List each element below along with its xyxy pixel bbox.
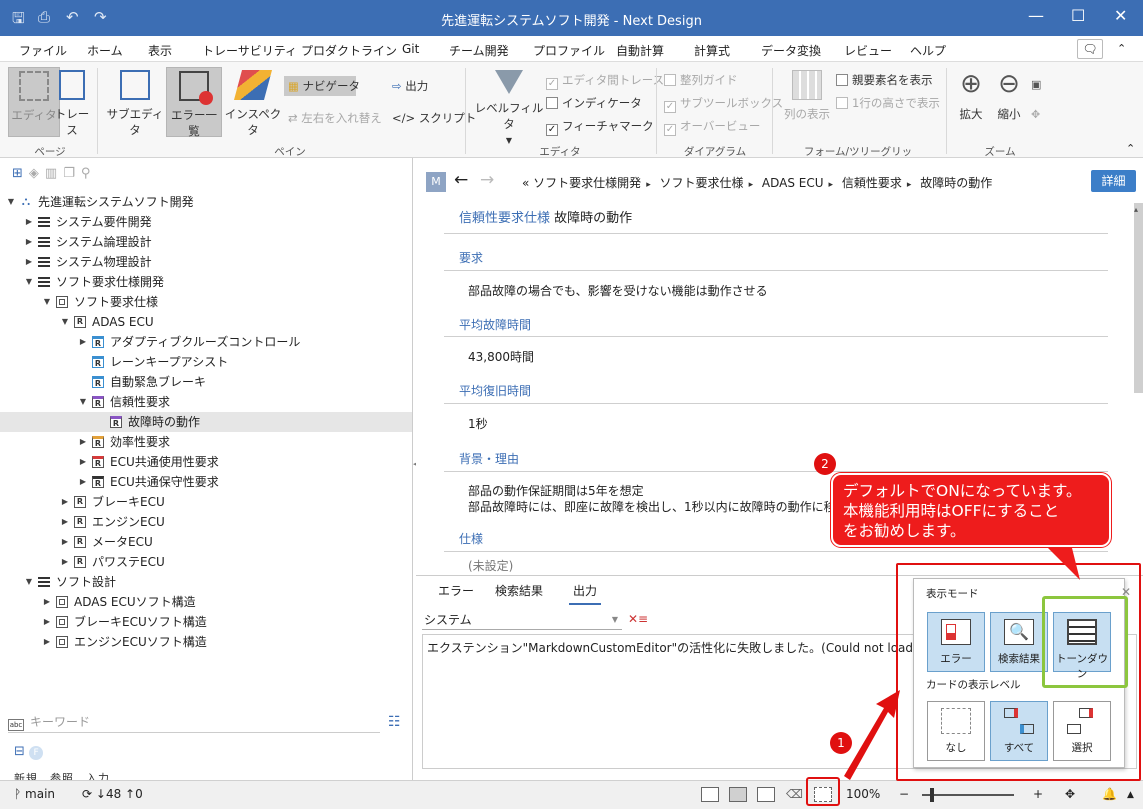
marker-2: 2 <box>814 453 836 475</box>
arrow-to-popup <box>844 690 900 780</box>
annotation-arrows <box>844 540 1080 780</box>
marker-1: 1 <box>830 732 852 754</box>
callout-note: デフォルトでONになっています。 本機能利用時はOFFにすること をお勧めします… <box>831 473 1111 547</box>
